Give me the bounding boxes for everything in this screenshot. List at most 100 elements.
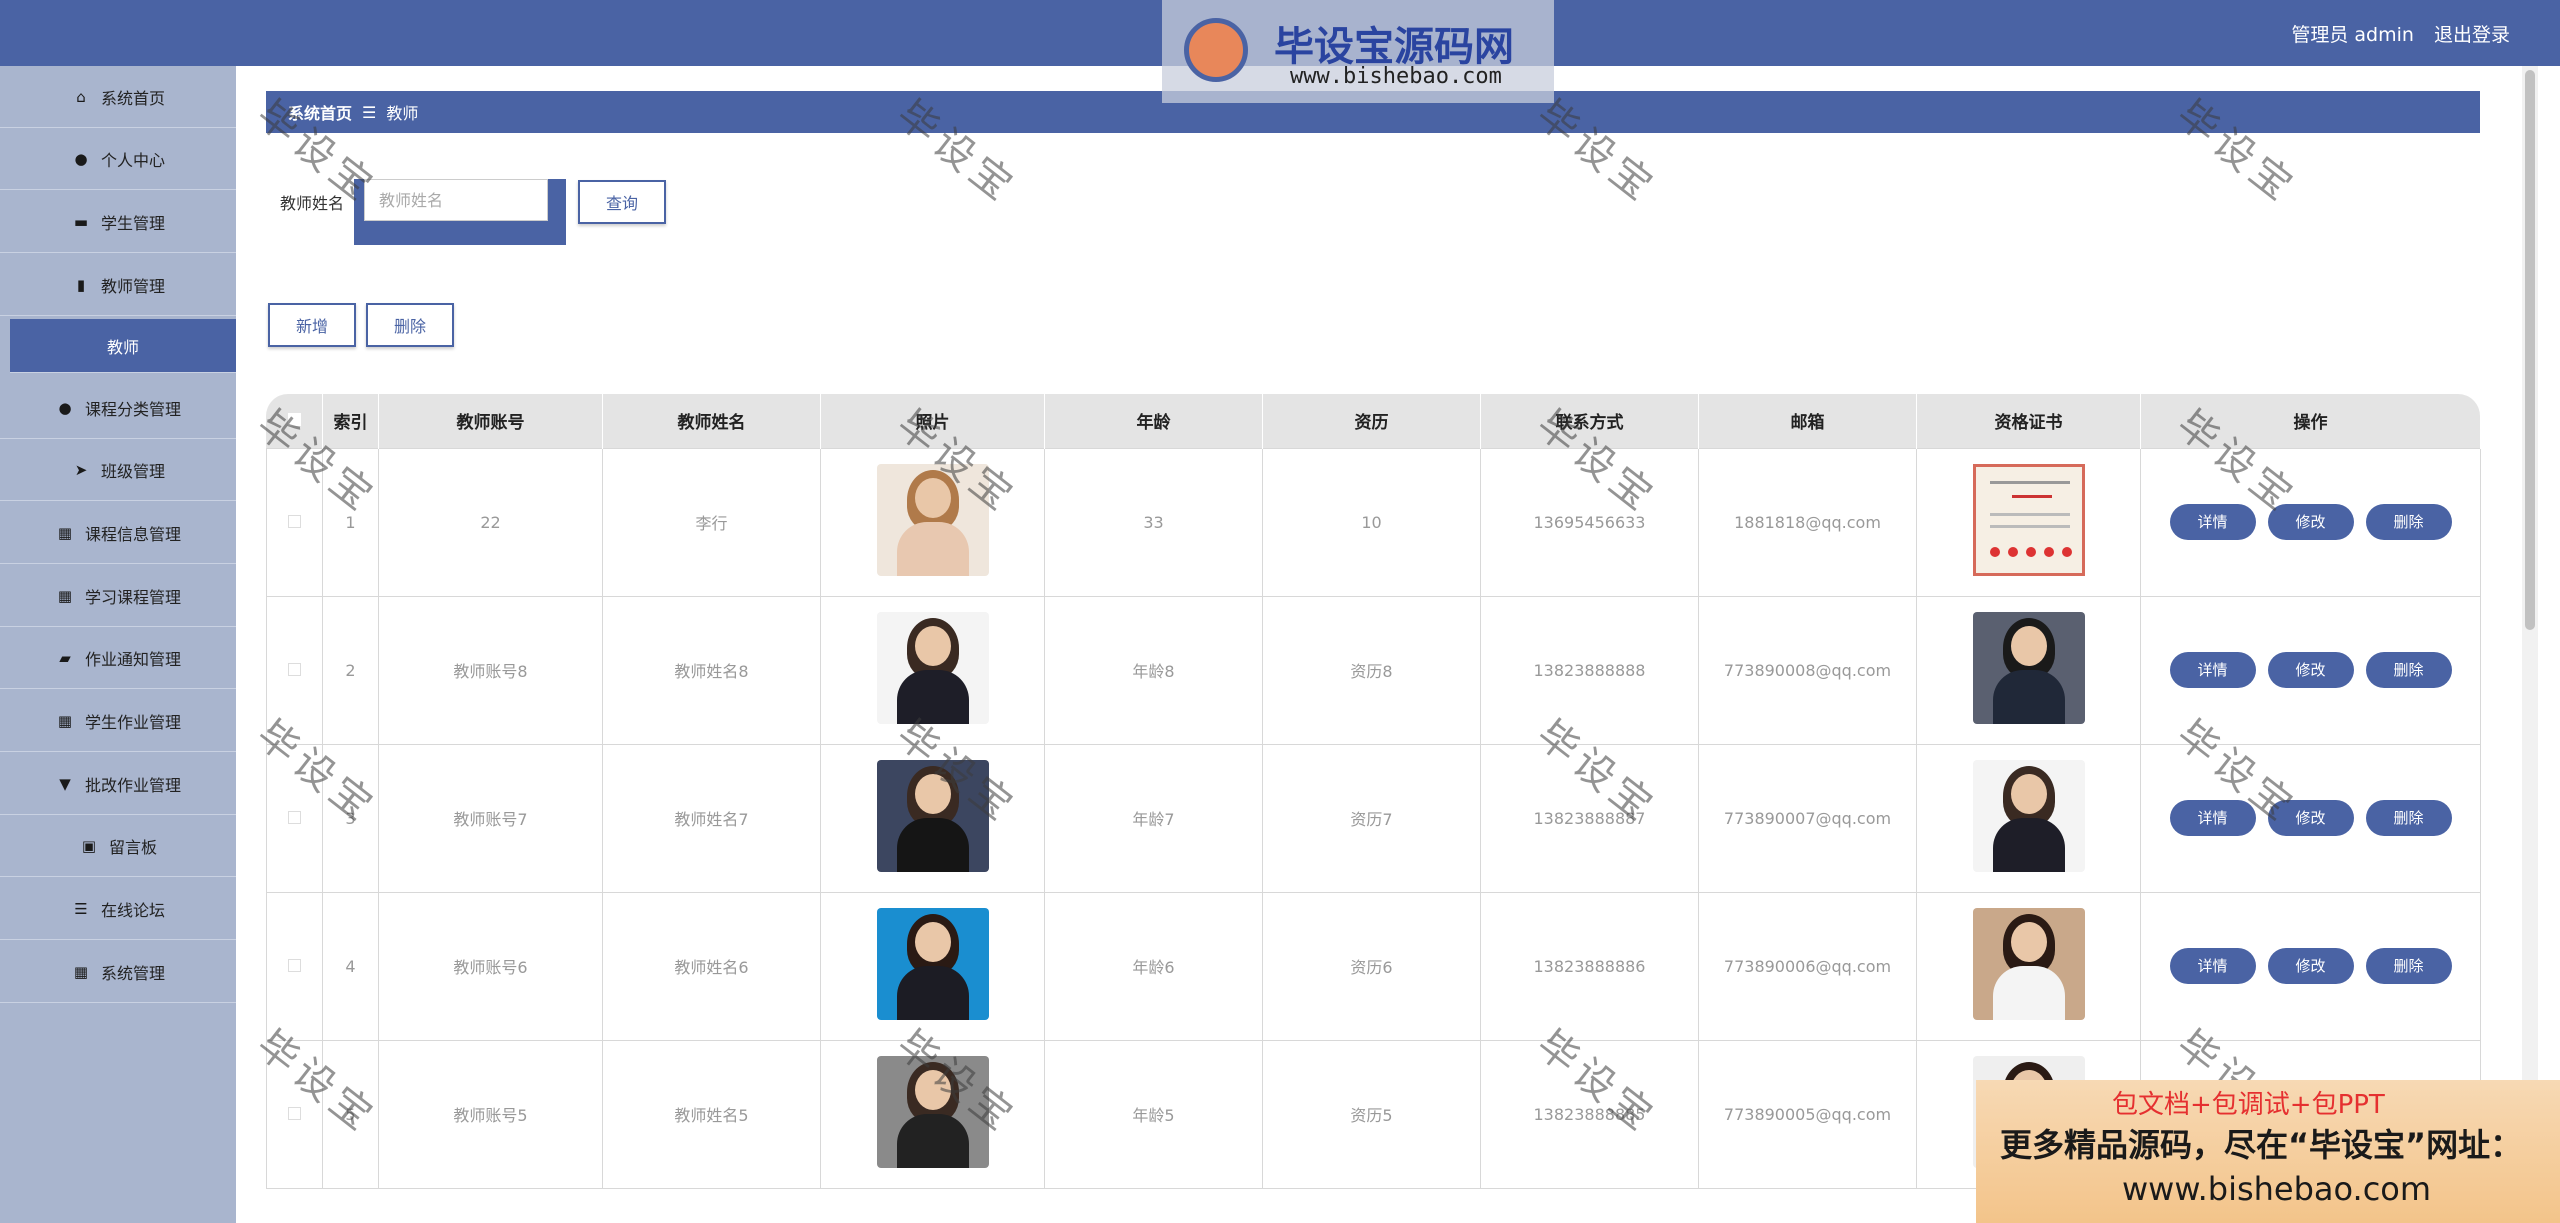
sidebar-item-6[interactable]: ➤ 班级管理 <box>0 439 236 501</box>
add-button[interactable]: 新增 <box>268 303 356 347</box>
cell-phone: 13695456633 <box>1480 447 1699 597</box>
sidebar-item-11[interactable]: ▼ 批改作业管理 <box>0 753 236 815</box>
sidebar-item-label: 学习课程管理 <box>84 587 181 607</box>
row-delete-button[interactable]: 删除 <box>2365 800 2452 836</box>
detail-button[interactable]: 详情 <box>2169 652 2256 688</box>
col-seniority: 资历 <box>1262 394 1481 448</box>
cell-age: 年龄6 <box>1044 891 1263 1041</box>
cell-phone: 13823888885 <box>1480 1039 1699 1189</box>
mascot-icon <box>1184 18 1248 82</box>
sidebar-item-3[interactable]: ▮ 教师管理 <box>0 254 236 316</box>
sidebar-item-13[interactable]: ☰ 在线论坛 <box>0 878 236 940</box>
table-row: 3 教师账号7 教师姓名7 年龄7 资历7 13823888887 773890007@qq… <box>266 743 2481 893</box>
ad-line-1: 包文档+包调试+包PPT <box>2112 1090 2385 1120</box>
teacher-photo <box>876 760 989 872</box>
sidebar-item-label: 系统首页 <box>100 88 165 108</box>
cell-seniority: 资历8 <box>1262 595 1481 745</box>
cell-actions: 详情修改删除 <box>2140 595 2481 745</box>
sidebar-item-5[interactable]: ● 课程分类管理 <box>0 377 236 439</box>
row-checkbox[interactable] <box>266 1039 323 1189</box>
sidebar-item-label: 个人中心 <box>100 150 165 170</box>
row-checkbox[interactable] <box>266 743 323 893</box>
cell-photo <box>820 891 1045 1041</box>
cell-index: 2 <box>322 595 379 745</box>
sidebar-item-label: 课程分类管理 <box>84 399 181 419</box>
cell-actions: 详情修改删除 <box>2140 447 2481 597</box>
sidebar-item-7[interactable]: ▦ 课程信息管理 <box>0 502 236 564</box>
sidebar-item-8[interactable]: ▦ 学习课程管理 <box>0 565 236 627</box>
cell-seniority: 10 <box>1262 447 1481 597</box>
teacher-name-search-input[interactable] <box>364 179 548 221</box>
select-all-checkbox[interactable] <box>266 394 323 448</box>
breadcrumb-home[interactable]: 系统首页 <box>288 100 352 124</box>
cell-email: 773890007@qq.com <box>1698 743 1917 893</box>
cell-account: 教师账号6 <box>378 891 603 1041</box>
detail-button[interactable]: 详情 <box>2169 948 2256 984</box>
watermark-url: www.bishebao.com <box>1290 64 1502 89</box>
detail-button[interactable]: 详情 <box>2169 800 2256 836</box>
sidebar-item-2[interactable]: ▬ 学生管理 <box>0 191 236 253</box>
col-photo: 照片 <box>820 394 1045 448</box>
col-certificate: 资格证书 <box>1916 394 2141 448</box>
cell-index: 1 <box>322 447 379 597</box>
cell-email: 1881818@qq.com <box>1698 447 1917 597</box>
sidebar-item-label: 教师 <box>106 337 139 357</box>
ticket-icon: ▰ <box>59 648 71 667</box>
row-delete-button[interactable]: 删除 <box>2365 504 2452 540</box>
col-name: 教师姓名 <box>602 394 821 448</box>
certificate-image <box>1972 760 2085 872</box>
edit-button[interactable]: 修改 <box>2267 652 2354 688</box>
search-label: 教师姓名 <box>280 194 345 213</box>
sidebar-item-12[interactable]: ▣ 留言板 <box>0 815 236 877</box>
edit-button[interactable]: 修改 <box>2267 504 2354 540</box>
logout-link[interactable]: 退出登录 <box>2434 24 2510 46</box>
cell-index: 5 <box>322 1039 379 1189</box>
cell-email: 773890006@qq.com <box>1698 891 1917 1041</box>
sidebar-item-10[interactable]: ▦ 学生作业管理 <box>0 690 236 752</box>
cell-account: 教师账号5 <box>378 1039 603 1189</box>
row-checkbox[interactable] <box>266 891 323 1041</box>
cell-age: 年龄7 <box>1044 743 1263 893</box>
cell-account: 教师账号8 <box>378 595 603 745</box>
sidebar-item-label: 批改作业管理 <box>84 775 181 795</box>
cell-actions: 详情修改删除 <box>2140 891 2481 1041</box>
comment-icon: ▬ <box>73 212 89 231</box>
query-button[interactable]: 查询 <box>578 180 666 224</box>
cell-certificate <box>1916 743 2141 893</box>
cell-actions: 详情修改删除 <box>2140 743 2481 893</box>
sidebar-item-1[interactable]: ● 个人中心 <box>0 128 236 190</box>
cell-photo <box>820 595 1045 745</box>
cell-seniority: 资历5 <box>1262 1039 1481 1189</box>
scrollbar-thumb[interactable] <box>2525 70 2535 630</box>
page-scrollbar[interactable] <box>2522 66 2538 1223</box>
col-actions: 操作 <box>2140 394 2481 448</box>
grid-icon: ▦ <box>73 962 89 981</box>
user-area: 管理员 admin 退出登录 <box>2277 20 2510 47</box>
breadcrumb-separator-icon: ☰ <box>362 102 377 122</box>
row-checkbox[interactable] <box>266 595 323 745</box>
sidebar-item-label: 班级管理 <box>100 461 165 481</box>
delete-selected-button[interactable]: 删除 <box>366 303 454 347</box>
sidebar-item-14[interactable]: ▦ 系统管理 <box>0 941 236 1003</box>
col-age: 年龄 <box>1044 394 1263 448</box>
cell-phone: 13823888886 <box>1480 891 1699 1041</box>
edit-button[interactable]: 修改 <box>2267 800 2354 836</box>
col-index: 索引 <box>322 394 379 448</box>
sidebar-item-9[interactable]: ▰ 作业通知管理 <box>0 627 236 689</box>
sidebar-item-4[interactable]: 教师 <box>10 319 236 373</box>
edit-button[interactable]: 修改 <box>2267 948 2354 984</box>
grid-icon: ▦ <box>57 586 73 605</box>
certificate-image <box>1972 908 2085 1020</box>
row-delete-button[interactable]: 删除 <box>2365 652 2452 688</box>
cell-account: 22 <box>378 447 603 597</box>
certificate-image <box>1972 612 2085 724</box>
detail-button[interactable]: 详情 <box>2169 504 2256 540</box>
row-checkbox[interactable] <box>266 447 323 597</box>
table-row: 4 教师账号6 教师姓名6 年龄6 资历6 13823888886 773890006@qq… <box>266 891 2481 1041</box>
user-icon: ● <box>74 149 88 168</box>
sidebar-item-0[interactable]: ⌂ 系统首页 <box>0 66 236 128</box>
cell-phone: 13823888888 <box>1480 595 1699 745</box>
row-delete-button[interactable]: 删除 <box>2365 948 2452 984</box>
table-row: 1 22 李行 33 10 13695456633 1881818@qq.com 详情 修改 删除 <box>266 447 2481 597</box>
user-role: 管理员 admin <box>2291 24 2414 46</box>
